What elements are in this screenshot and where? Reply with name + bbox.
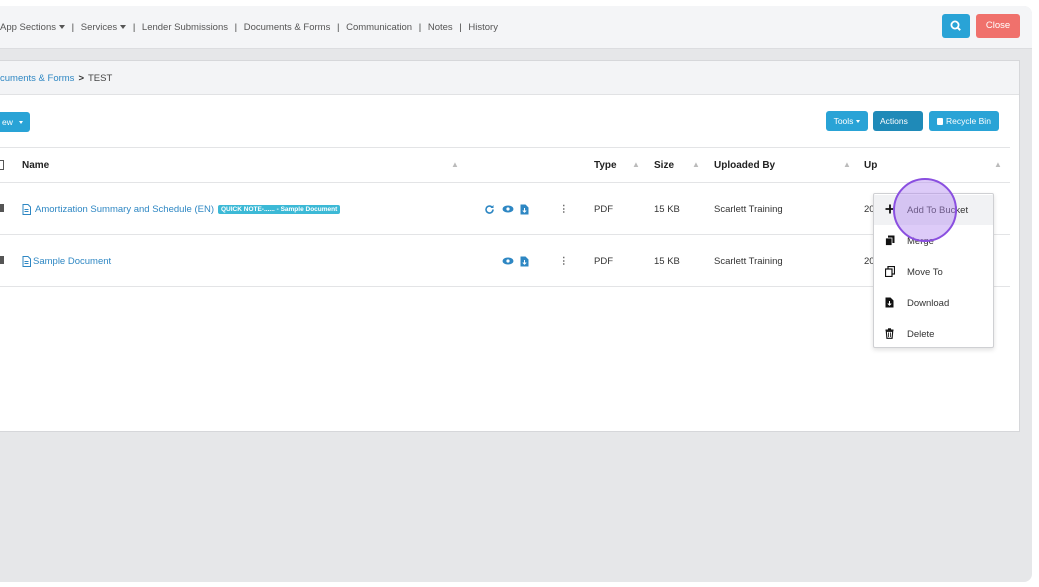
recycle-bin-label: Recycle Bin [946,116,991,126]
sort-icon[interactable]: ▲ [843,160,851,169]
recycle-bin-icon [937,118,944,125]
documents-panel: cuments & Forms > TEST ew Tools Actions Re… [0,60,1020,432]
pdf-file-icon [22,204,31,218]
row-checkbox[interactable] [0,256,4,267]
actions-button[interactable]: Actions [873,111,923,131]
select-all-checkbox[interactable] [0,160,4,173]
row-checkbox[interactable] [0,204,4,215]
column-header-type[interactable]: Type [594,160,617,171]
nav-services-label: Services [80,22,118,33]
download-file-icon[interactable] [520,256,529,270]
table-row: Sample Document ⋮ PDF 15 KB Scarlett Tra… [0,235,1010,287]
menu-item-label: Download [907,298,950,309]
cell-type: PDF [594,204,613,215]
eye-icon[interactable] [502,256,514,269]
cell-type: PDF [594,256,613,267]
nav-notes[interactable]: Notes [428,22,453,33]
more-options-icon[interactable]: ⋮ [559,204,569,215]
tools-button[interactable]: Tools [826,111,868,131]
app-frame: App Sections | Services | Lender Submiss… [0,6,1032,582]
refresh-icon[interactable] [484,204,495,218]
column-header-uploaded-on[interactable]: Up [864,160,877,171]
sort-icon[interactable]: ▲ [632,160,640,169]
menu-item-delete[interactable]: Delete [874,319,993,349]
move-icon [884,265,896,278]
caret-down-icon [120,25,127,30]
quick-note-badge[interactable]: QUICK NOTE-...... - Sample Document [218,205,341,214]
breadcrumb-current: TEST [88,73,113,84]
caret-down-icon [18,121,23,125]
breadcrumb-separator: > [78,73,84,84]
nav-separator: | [234,22,238,33]
document-name[interactable]: Sample Document [33,256,111,267]
column-header-uploaded-by[interactable]: Uploaded By [714,160,775,171]
pdf-file-icon [22,256,31,270]
sort-icon[interactable]: ▲ [692,160,700,169]
tools-button-label: Tools [833,116,854,126]
document-name[interactable]: Amortization Summary and Schedule (EN) [35,204,214,215]
menu-item-label: Delete [907,329,935,340]
table-row: Amortization Summary and Schedule (EN) QU… [0,183,1010,235]
nav-documents-forms[interactable]: Documents & Forms [244,22,331,33]
nav-separator: | [71,22,75,33]
recycle-bin-button[interactable]: Recycle Bin [929,111,999,131]
column-header-size[interactable]: Size [654,160,674,171]
cell-uploaded-by: Scarlett Training [714,256,783,267]
cell-uploaded-by: Scarlett Training [714,204,783,215]
eye-icon[interactable] [502,204,514,217]
caret-down-icon [58,25,65,30]
top-nav: App Sections | Services | Lender Submiss… [0,6,1032,49]
trash-icon [885,328,895,340]
nav-separator: | [336,22,340,33]
nav-separator: | [418,22,422,33]
copy-icon [885,235,895,247]
nav-app-sections[interactable]: App Sections [0,22,65,33]
nav-history[interactable]: History [468,22,498,33]
nav-lender-submissions[interactable]: Lender Submissions [142,22,228,33]
menu-item-download[interactable]: Download [874,288,993,318]
document-link[interactable]: Amortization Summary and Schedule (EN) QU… [35,204,341,215]
download-file-icon[interactable] [520,204,529,218]
nav-separator: | [132,22,136,33]
table-header: Name ▲ Type ▲ Size ▲ Uploaded By ▲ Up ▲ [0,147,1010,183]
sort-icon[interactable]: ▲ [451,160,459,169]
close-button[interactable]: Close [976,14,1020,38]
cell-size: 15 KB [654,256,680,267]
more-options-icon[interactable]: ⋮ [559,256,569,267]
breadcrumb-parent[interactable]: cuments & Forms [0,73,74,84]
nav-services[interactable]: Services [80,22,127,33]
new-button[interactable]: ew [0,112,30,132]
nav-communication[interactable]: Communication [346,22,412,33]
nav-app-sections-label: App Sections [0,22,56,33]
menu-item-label: Move To [907,267,943,278]
column-header-name[interactable]: Name [22,160,49,171]
search-button[interactable] [942,14,970,38]
click-cursor-indicator [893,178,957,242]
cell-size: 15 KB [654,204,680,215]
search-icon [950,20,961,31]
menu-item-move-to[interactable]: Move To [874,257,993,287]
sort-icon[interactable]: ▲ [994,160,1002,169]
caret-down-icon [856,120,861,124]
nav-separator: | [459,22,462,33]
section-nav: App Sections | Services | Lender Submiss… [0,22,498,33]
breadcrumb: cuments & Forms > TEST [0,61,1019,95]
new-button-label: ew [2,117,13,127]
download-file-icon [885,297,895,309]
